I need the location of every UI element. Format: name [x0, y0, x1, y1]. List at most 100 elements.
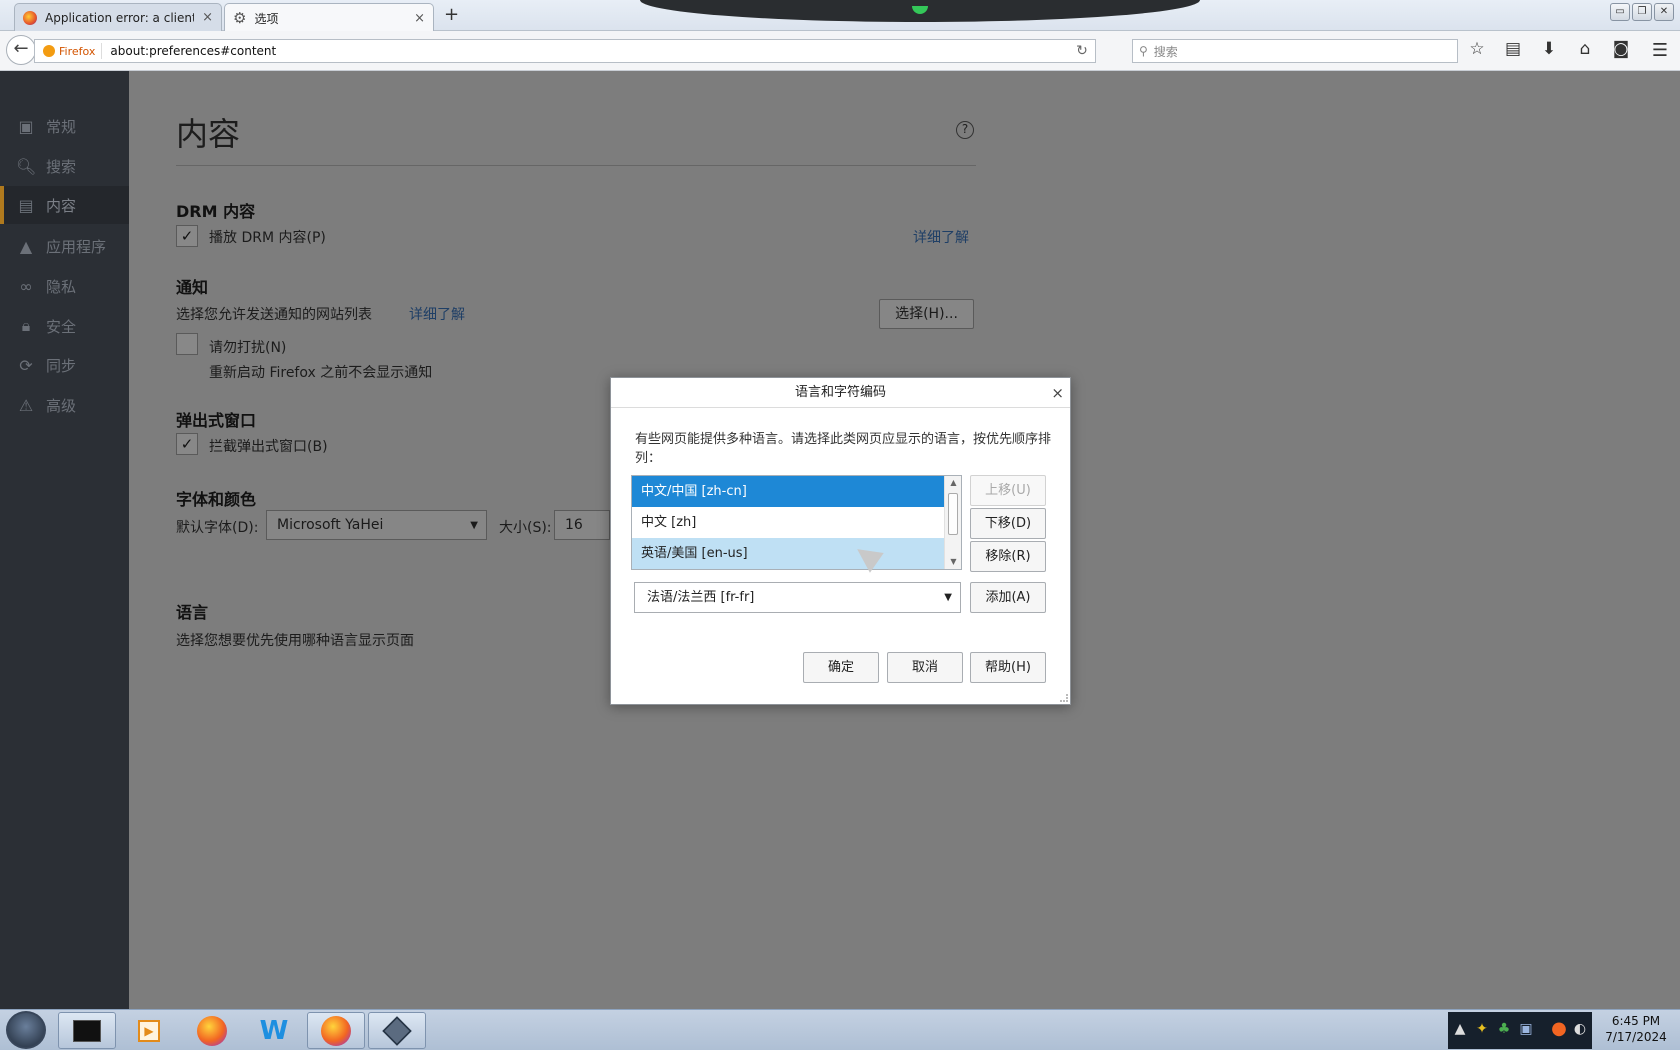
identity-box[interactable]: Firefox	[35, 43, 103, 59]
language-item-en-us[interactable]: 英语/美国 [en-us]	[632, 538, 944, 569]
home-icon[interactable]: ⌂	[1574, 39, 1596, 59]
popups-heading: 弹出式窗口	[176, 411, 257, 430]
tray-app-icon[interactable]: ✦	[1474, 1021, 1490, 1039]
add-button[interactable]: 添加(A)	[970, 582, 1046, 613]
url-text[interactable]: about:preferences#content	[102, 44, 1069, 58]
volume-icon[interactable]: ◐	[1572, 1021, 1588, 1039]
terminal-icon[interactable]	[58, 1012, 116, 1049]
reload-icon[interactable]: ↻	[1069, 43, 1095, 59]
virtualbox-icon[interactable]	[368, 1012, 426, 1049]
tab-label: Application error: a client-s...	[45, 10, 194, 25]
clock[interactable]: 6:45 PM 7/17/2024	[1598, 1013, 1674, 1045]
bookmark-star-icon[interactable]: ☆	[1466, 39, 1488, 59]
do-not-disturb-label[interactable]: 请勿打扰(N)	[209, 337, 286, 357]
sidebar-item-applications[interactable]: ▲ 应用程序	[0, 227, 129, 265]
start-orb-icon[interactable]	[6, 1011, 46, 1049]
scroll-up-icon[interactable]: ▲	[945, 476, 961, 490]
close-icon[interactable]: ×	[1051, 378, 1064, 408]
dialog-title: 语言和字符编码	[794, 385, 886, 400]
sidebar-item-label: 常规	[46, 117, 77, 136]
language-list-scrollbar[interactable]: ▲ ▼	[944, 476, 961, 569]
sidebar-item-search[interactable]: 🔍︎ 搜索	[0, 147, 129, 185]
restore-button[interactable]: ❐	[1632, 3, 1652, 21]
media-player-icon[interactable]: ▶	[120, 1012, 178, 1049]
sidebar-item-content[interactable]: ▤ 内容	[0, 186, 129, 224]
menu-icon[interactable]: ☰	[1652, 40, 1668, 61]
minimize-button[interactable]: ▭	[1610, 3, 1630, 21]
languages-description: 选择您想要优先使用哪种语言显示页面	[176, 633, 414, 649]
sidebar-item-sync[interactable]: ⟳ 同步	[0, 346, 129, 384]
resize-grip[interactable]	[1060, 694, 1068, 702]
reading-list-icon[interactable]: ▤	[1502, 39, 1524, 59]
tab-application-error[interactable]: Application error: a client-s... ×	[14, 3, 222, 31]
move-up-button[interactable]: 上移(U)	[970, 475, 1046, 506]
applications-icon: ▲	[19, 236, 33, 256]
language-item-zh[interactable]: 中文 [zh]	[632, 507, 944, 538]
download-icon[interactable]: ⬇	[1538, 39, 1560, 59]
sidebar-item-label: 内容	[46, 196, 77, 215]
firefox-icon[interactable]	[307, 1012, 365, 1049]
tab-label: 选项	[254, 11, 279, 26]
navigation-bar: ← Firefox about:preferences#content ↻ ⚲ …	[0, 31, 1680, 71]
wps-writer-icon[interactable]: W	[245, 1012, 303, 1049]
move-down-button[interactable]: 下移(D)	[970, 508, 1046, 539]
gear-icon: ⚙	[233, 9, 247, 27]
ok-button[interactable]: 确定	[803, 652, 879, 683]
page-title: 内容	[176, 115, 241, 153]
firefox-identity-icon	[43, 45, 55, 57]
firefox-icon[interactable]	[183, 1012, 241, 1049]
content-icon: ▤	[18, 195, 34, 215]
clock-date: 7/17/2024	[1605, 1030, 1667, 1044]
firefox-icon[interactable]: ●	[1544, 1018, 1574, 1039]
default-font-select[interactable]: Microsoft YaHei ▼	[266, 510, 487, 540]
language-item-zh-cn[interactable]: 中文/中国 [zh-cn]	[632, 476, 944, 507]
font-size-label: 大小(S):	[499, 520, 552, 536]
do-not-disturb-checkbox[interactable]	[176, 333, 198, 355]
close-tab-icon[interactable]: ×	[202, 10, 213, 25]
chevron-down-icon: ▼	[470, 519, 478, 531]
default-font-label: 默认字体(D):	[176, 520, 259, 536]
add-language-value: 法语/法兰西 [fr-fr]	[647, 590, 755, 605]
lock-icon: 🔒︎	[21, 316, 31, 335]
sidebar-item-security[interactable]: 🔒︎ 安全	[0, 307, 129, 345]
sidebar-item-label: 应用程序	[46, 237, 107, 256]
tray-expand-icon[interactable]: ▲	[1452, 1021, 1468, 1039]
block-popups-checkbox[interactable]: ✓	[176, 433, 198, 455]
choose-notifications-button[interactable]: 选择(H)...	[879, 299, 974, 329]
close-tab-icon[interactable]: ×	[414, 11, 425, 26]
sidebar-item-advanced[interactable]: ⚠ 高级	[0, 386, 129, 424]
drm-learn-more-link[interactable]: 详细了解	[913, 227, 969, 247]
language-list[interactable]: 中文/中国 [zh-cn] 中文 [zh] 英语/美国 [en-us] ▲ ▼	[631, 475, 962, 570]
block-popups-label[interactable]: 拦截弹出式窗口(B)	[209, 436, 328, 456]
sidebar-item-label: 搜索	[46, 157, 77, 176]
help-icon[interactable]: ?	[956, 121, 974, 139]
font-size-select[interactable]: 16	[554, 510, 610, 540]
remove-button[interactable]: 移除(R)	[970, 541, 1046, 572]
toolbar-buttons: ☆ ▤ ⬇ ⌂ ◙	[1466, 39, 1632, 59]
sidebar-item-general[interactable]: ▣ 常规	[0, 107, 129, 145]
back-button[interactable]: ←	[6, 35, 36, 65]
tab-bar: Application error: a client-s... × ⚙ 选项 …	[0, 0, 1680, 32]
search-icon: ⚲	[1139, 44, 1148, 58]
drm-checkbox-label[interactable]: 播放 DRM 内容(P)	[209, 227, 326, 247]
new-tab-button[interactable]: +	[444, 4, 459, 25]
clock-time: 6:45 PM	[1611, 1014, 1661, 1028]
url-bar[interactable]: Firefox about:preferences#content ↻	[34, 39, 1096, 63]
notifications-learn-more-link[interactable]: 详细了解	[409, 304, 465, 324]
tray-app-icon[interactable]: ♣	[1496, 1021, 1512, 1039]
tab-options[interactable]: ⚙ 选项 ×	[224, 3, 434, 32]
sidebar-item-privacy[interactable]: ∞ 隐私	[0, 267, 129, 305]
scroll-down-icon[interactable]: ▼	[945, 555, 961, 569]
close-window-button[interactable]: ✕	[1654, 3, 1674, 21]
pocket-icon[interactable]: ◙	[1610, 39, 1632, 59]
chevron-down-icon: ▼	[944, 592, 952, 603]
search-input[interactable]: ⚲ 搜索	[1132, 39, 1458, 63]
tray-network-icon[interactable]: ▣	[1518, 1021, 1534, 1039]
font-size-value: 16	[565, 517, 583, 533]
drm-checkbox[interactable]: ✓	[176, 225, 198, 247]
add-language-select[interactable]: 法语/法兰西 [fr-fr] ▼	[634, 582, 961, 613]
help-button[interactable]: 帮助(H)	[970, 652, 1046, 683]
cancel-button[interactable]: 取消	[887, 652, 963, 683]
scroll-thumb[interactable]	[948, 493, 958, 535]
search-icon: 🔍︎	[16, 156, 37, 176]
